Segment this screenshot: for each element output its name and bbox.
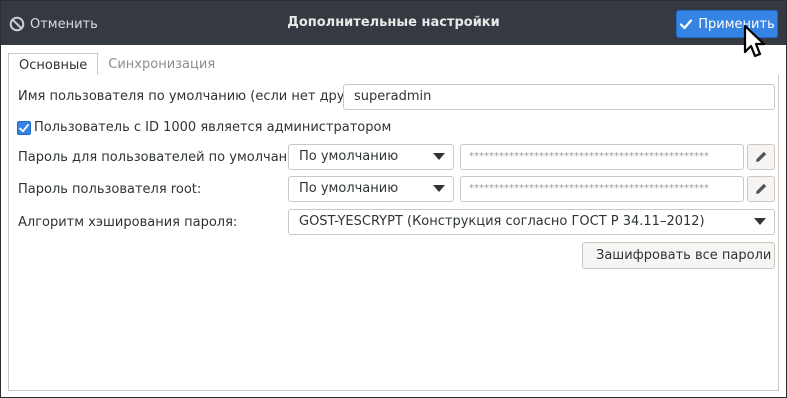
title-bar: Отменить Дополнительные настройки Примен…	[1, 1, 786, 45]
chevron-down-icon	[433, 153, 445, 160]
hash-algorithm-value: GOST-YESCRYPT (Конструкция согласно ГОСТ…	[299, 214, 705, 229]
admin-checkbox-label[interactable]: Пользователь с ID 1000 является админист…	[34, 120, 391, 135]
encrypt-all-label: Зашифровать все пароли	[596, 248, 772, 263]
hash-algorithm-label: Алгоритм хэширования пароля:	[18, 215, 238, 230]
check-icon	[680, 19, 693, 30]
default-password-combo-value: По умолчанию	[299, 149, 399, 164]
pencil-icon	[756, 183, 767, 194]
default-password-combo[interactable]: По умолчанию	[288, 144, 454, 170]
root-password-combo-value: По умолчанию	[299, 181, 399, 196]
chevron-down-icon	[754, 218, 766, 225]
chevron-down-icon	[433, 185, 445, 192]
default-user-label: Имя пользователя по умолчанию (если нет …	[18, 89, 377, 104]
edit-default-password-button[interactable]	[747, 144, 775, 170]
root-password-combo[interactable]: По умолчанию	[288, 176, 454, 202]
default-user-input[interactable]: superadmin	[343, 84, 775, 110]
cancel-circle-icon	[9, 16, 25, 32]
edit-root-password-button[interactable]	[747, 176, 775, 202]
hash-algorithm-combo[interactable]: GOST-YESCRYPT (Конструкция согласно ГОСТ…	[288, 209, 775, 235]
root-password-label: Пароль пользователя root:	[18, 182, 202, 197]
cancel-button-label: Отменить	[30, 16, 98, 32]
dialog-title: Дополнительные настройки	[287, 15, 500, 30]
admin-checkbox[interactable]	[17, 121, 31, 135]
root-password-field[interactable]: ****************************************…	[460, 176, 744, 202]
encrypt-all-passwords-button[interactable]: Зашифровать все пароли	[582, 242, 775, 269]
tab-sync[interactable]: Синхронизация	[98, 53, 225, 76]
mouse-pointer-icon	[743, 24, 766, 58]
default-password-label: Пароль для пользователей по умолчанию:	[18, 150, 311, 165]
pencil-icon	[756, 151, 767, 162]
dialog-window: Отменить Дополнительные настройки Примен…	[0, 0, 787, 398]
tab-general[interactable]: Основные	[8, 53, 99, 76]
tab-bar: Основные Синхронизация	[8, 53, 225, 76]
cancel-button[interactable]: Отменить	[9, 11, 98, 37]
default-password-field[interactable]: ****************************************…	[460, 144, 744, 170]
checkbox-check-icon	[19, 124, 29, 133]
